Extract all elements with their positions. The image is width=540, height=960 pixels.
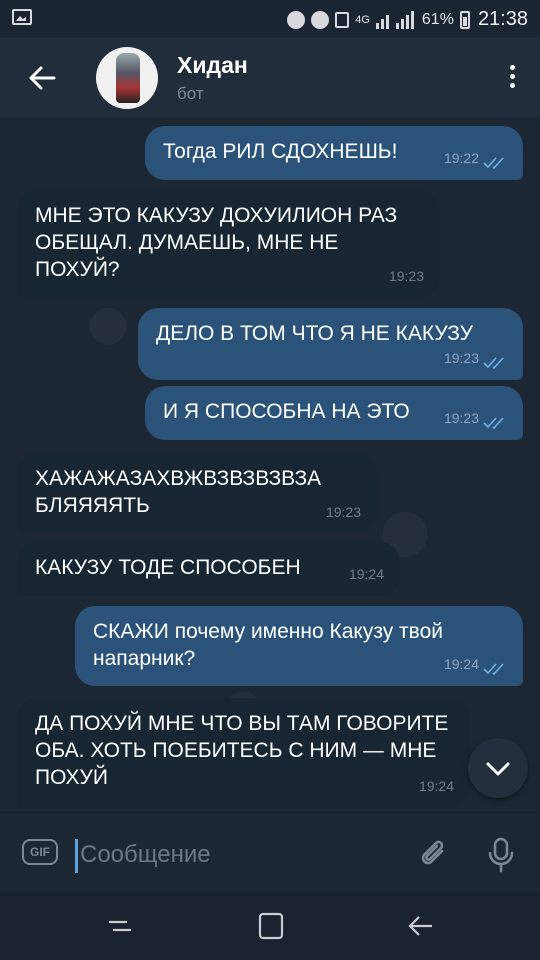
attach-icon[interactable] [414,835,454,875]
avatar[interactable] [96,47,158,109]
do-not-disturb-icon [287,10,306,29]
gallery-notification-icon [12,9,32,25]
scroll-down-button[interactable] [468,738,528,798]
back-arrow-icon[interactable] [24,60,60,96]
message-text: Тогда РИЛ СДОХНЕШЬ! [163,140,398,163]
message-text: ДЕЛО В ТОМ ЧТО Я НЕ КАКУЗУ [156,322,473,345]
recent-apps-icon[interactable] [105,912,135,940]
read-checkmarks-icon [483,417,504,430]
message-time: 19:23 [443,410,479,426]
system-nav-bar [0,892,540,960]
chat-subtitle: бот [177,84,204,103]
message-time: 19:24 [443,656,479,672]
message-time: 19:24 [418,778,454,794]
message-text: СКАЖИ почему именно Какузу твой напарник… [93,620,444,670]
message-bubble[interactable]: ХАЖАЖАЗАХВЖВЗВЗВЗВЗА БЛЯЯЯЯТЬ 19:23 [17,453,377,534]
message-bubble[interactable]: ДА ПОХУЙ МНЕ ЧТО ВЫ ТАМ ГОВОРИТЕ ОБА. ХО… [17,698,470,808]
battery-percent: 61% [421,10,454,28]
battery-icon [459,10,470,29]
read-checkmarks-icon [483,357,504,370]
clock: 21:38 [477,8,528,30]
text-cursor [75,839,78,873]
message-bubble[interactable]: СКАЖИ почему именно Какузу твой напарник… [75,606,523,686]
chat-header: Хидан бот [0,38,540,118]
message-time: 19:23 [325,504,361,520]
message-text: ДА ПОХУЙ МНЕ ЧТО ВЫ ТАМ ГОВОРИТЕ ОБА. ХО… [35,712,449,789]
gif-button[interactable]: GIF [22,839,58,865]
read-checkmarks-icon [483,157,504,170]
alarm-icon [311,10,330,29]
microphone-icon[interactable] [484,835,518,875]
message-text: ХАЖАЖАЗАХВЖВЗВЗВЗВЗА БЛЯЯЯЯТЬ [35,467,322,517]
message-list[interactable]: Тогда РИЛ СДОХНЕШЬ! 19:22 МНЕ ЭТО КАКУЗУ… [0,118,540,812]
message-bubble[interactable]: МНЕ ЭТО КАКУЗУ ДОХУИЛИОН РАЗ ОБЕЩАЛ. ДУМ… [17,190,440,298]
chat-title[interactable]: Хидан [177,52,248,79]
message-time: 19:23 [388,268,424,284]
message-bubble[interactable]: Тогда РИЛ СДОХНЕШЬ! 19:22 [145,126,523,180]
more-options-icon[interactable] [508,62,516,94]
status-bar: 4G 61% 21:38 [0,0,540,38]
message-text: И Я СПОСОБНА НА ЭТО [163,400,410,423]
back-nav-icon[interactable] [406,912,436,940]
message-bubble[interactable]: КАКУЗУ ТОДЕ СПОСОБЕН 19:24 [17,542,400,596]
read-checkmarks-icon [483,663,504,676]
nfc-icon [335,11,350,28]
message-input[interactable]: Сообщение [80,841,211,869]
message-text: КАКУЗУ ТОДЕ СПОСОБЕН [35,556,301,579]
message-composer: GIF Сообщение [0,812,540,893]
message-time: 19:24 [348,566,384,582]
home-icon[interactable] [256,912,286,940]
message-time: 19:22 [443,150,479,166]
message-bubble[interactable]: ДЕЛО В ТОМ ЧТО Я НЕ КАКУЗУ 19:23 [138,308,523,380]
network-type: 4G [355,13,370,26]
message-text: МНЕ ЭТО КАКУЗУ ДОХУИЛИОН РАЗ ОБЕЩАЛ. ДУМ… [35,204,398,281]
signal-icon [375,10,414,29]
message-bubble[interactable]: И Я СПОСОБНА НА ЭТО 19:23 [145,386,523,440]
chevron-down-icon [486,762,510,776]
message-time: 19:23 [443,350,479,366]
